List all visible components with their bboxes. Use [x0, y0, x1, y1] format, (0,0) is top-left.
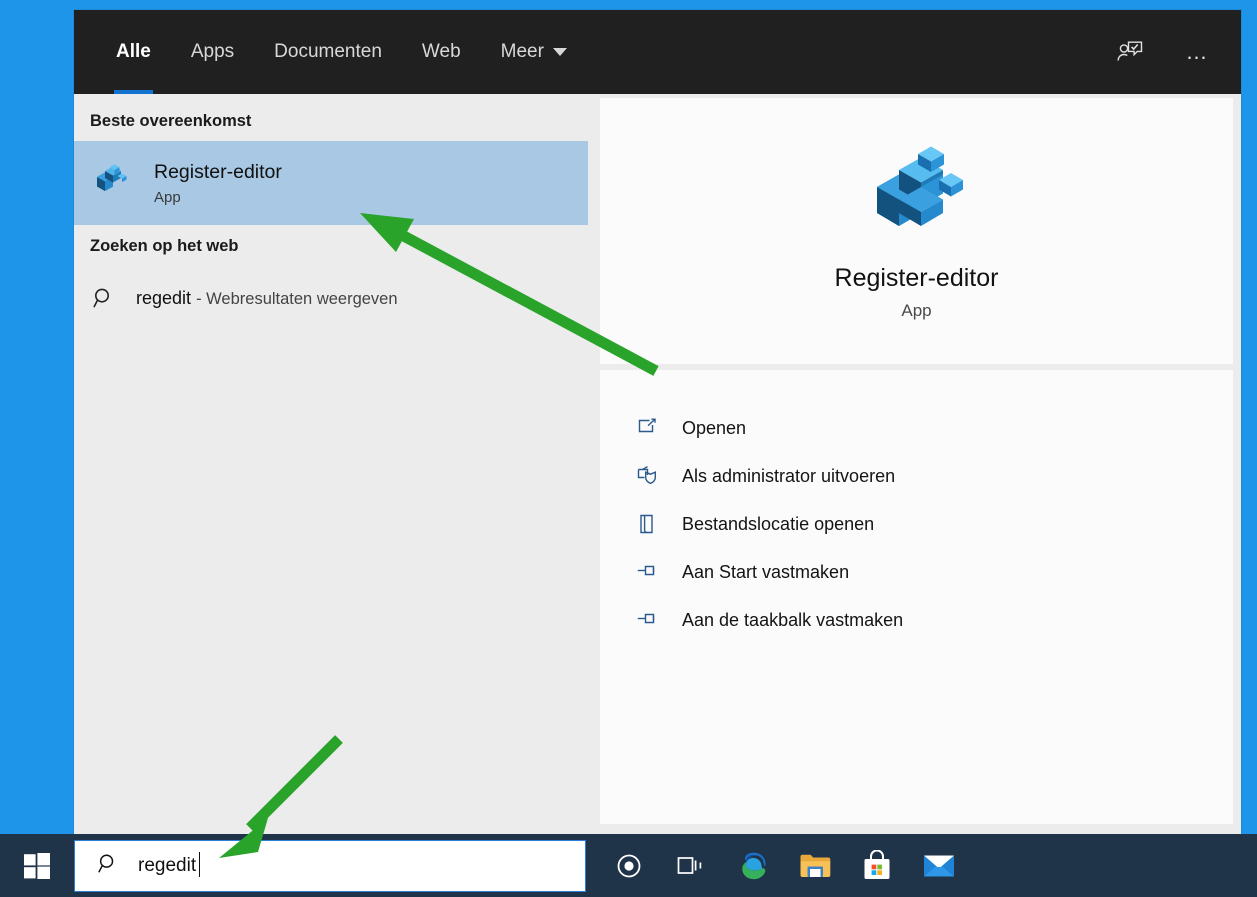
file-location-icon: [636, 513, 670, 535]
action-label: Aan de taakbalk vastmaken: [682, 609, 904, 630]
task-view-icon[interactable]: [660, 834, 722, 897]
pin-icon: [636, 609, 670, 631]
search-icon: [97, 852, 120, 880]
search-header: Alle Apps Documenten Web Meer …: [74, 10, 1241, 94]
taskbar: regedit: [0, 834, 1257, 897]
result-item-web-search[interactable]: regedit - Webresultaten weergeven: [74, 272, 588, 324]
tab-label: Alle: [116, 41, 151, 62]
app-preview-card: Register-editor App: [600, 98, 1233, 364]
result-item-register-editor[interactable]: Register-editor App: [74, 141, 588, 225]
person-feedback-icon[interactable]: [1113, 35, 1147, 69]
preview-app-type: App: [901, 301, 932, 320]
registry-editor-icon: [859, 141, 975, 250]
more-options-button[interactable]: …: [1181, 35, 1215, 69]
microsoft-store-icon[interactable]: [846, 834, 908, 897]
file-explorer-icon[interactable]: [784, 834, 846, 897]
result-subtitle: App: [154, 188, 181, 206]
preview-column: Register-editor App Openen Als administr…: [588, 94, 1241, 834]
tab-alle[interactable]: Alle: [96, 10, 171, 94]
pin-icon: [636, 561, 670, 583]
registry-editor-icon: [90, 160, 132, 207]
action-openen[interactable]: Openen: [636, 404, 1233, 452]
search-input[interactable]: regedit: [138, 851, 201, 877]
action-label: Openen: [682, 417, 747, 438]
search-icon: [92, 286, 122, 310]
search-flyout: Alle Apps Documenten Web Meer … Beste ov…: [74, 10, 1241, 834]
edge-icon[interactable]: [722, 834, 784, 897]
preview-app-name: Register-editor: [834, 264, 999, 292]
shield-run-icon: [636, 465, 670, 487]
section-title-web: Zoeken op het web: [90, 237, 239, 255]
action-label: Aan Start vastmaken: [682, 561, 850, 582]
action-als-administrator-uitvoeren[interactable]: Als administrator uitvoeren: [636, 452, 1233, 500]
section-title-best-match: Beste overeenkomst: [90, 112, 252, 130]
web-result-suffix: - Webresultaten weergeven: [196, 289, 398, 308]
tab-apps[interactable]: Apps: [171, 10, 254, 94]
more-options-label: …: [1185, 39, 1211, 64]
tab-web[interactable]: Web: [402, 10, 481, 94]
tab-label: Meer: [500, 41, 544, 62]
taskbar-search-box[interactable]: regedit: [74, 839, 586, 892]
taskbar-icons: [598, 834, 970, 897]
chevron-down-icon: [552, 48, 567, 56]
search-tabs: Alle Apps Documenten Web Meer: [74, 10, 587, 94]
result-title: Register-editor: [154, 161, 282, 184]
web-result-query: regedit: [136, 287, 192, 308]
action-label: Als administrator uitvoeren: [682, 465, 896, 486]
tab-label: Documenten: [274, 41, 382, 62]
mail-icon[interactable]: [908, 834, 970, 897]
action-aan-de-taakbalk-vastmaken[interactable]: Aan de taakbalk vastmaken: [636, 596, 1233, 644]
cortana-icon[interactable]: [598, 834, 660, 897]
tab-label: Apps: [190, 41, 235, 62]
web-result-label: regedit - Webresultaten weergeven: [136, 288, 398, 309]
start-button[interactable]: [0, 834, 74, 897]
action-bestandslocatie-openen[interactable]: Bestandslocatie openen: [636, 500, 1233, 548]
header-actions: …: [1113, 35, 1241, 69]
open-external-icon: [636, 417, 670, 439]
app-actions-card: Openen Als administrator uitvoeren Besta…: [600, 370, 1233, 824]
results-column: Beste overeenkomst Register-editor App Z…: [74, 94, 588, 834]
tab-documenten[interactable]: Documenten: [254, 10, 402, 94]
tab-label: Web: [421, 41, 461, 62]
search-body: Beste overeenkomst Register-editor App Z…: [74, 94, 1241, 834]
action-aan-start-vastmaken[interactable]: Aan Start vastmaken: [636, 548, 1233, 596]
tab-meer[interactable]: Meer: [481, 10, 587, 94]
action-label: Bestandslocatie openen: [682, 513, 875, 534]
result-text: Register-editor App: [154, 160, 282, 205]
